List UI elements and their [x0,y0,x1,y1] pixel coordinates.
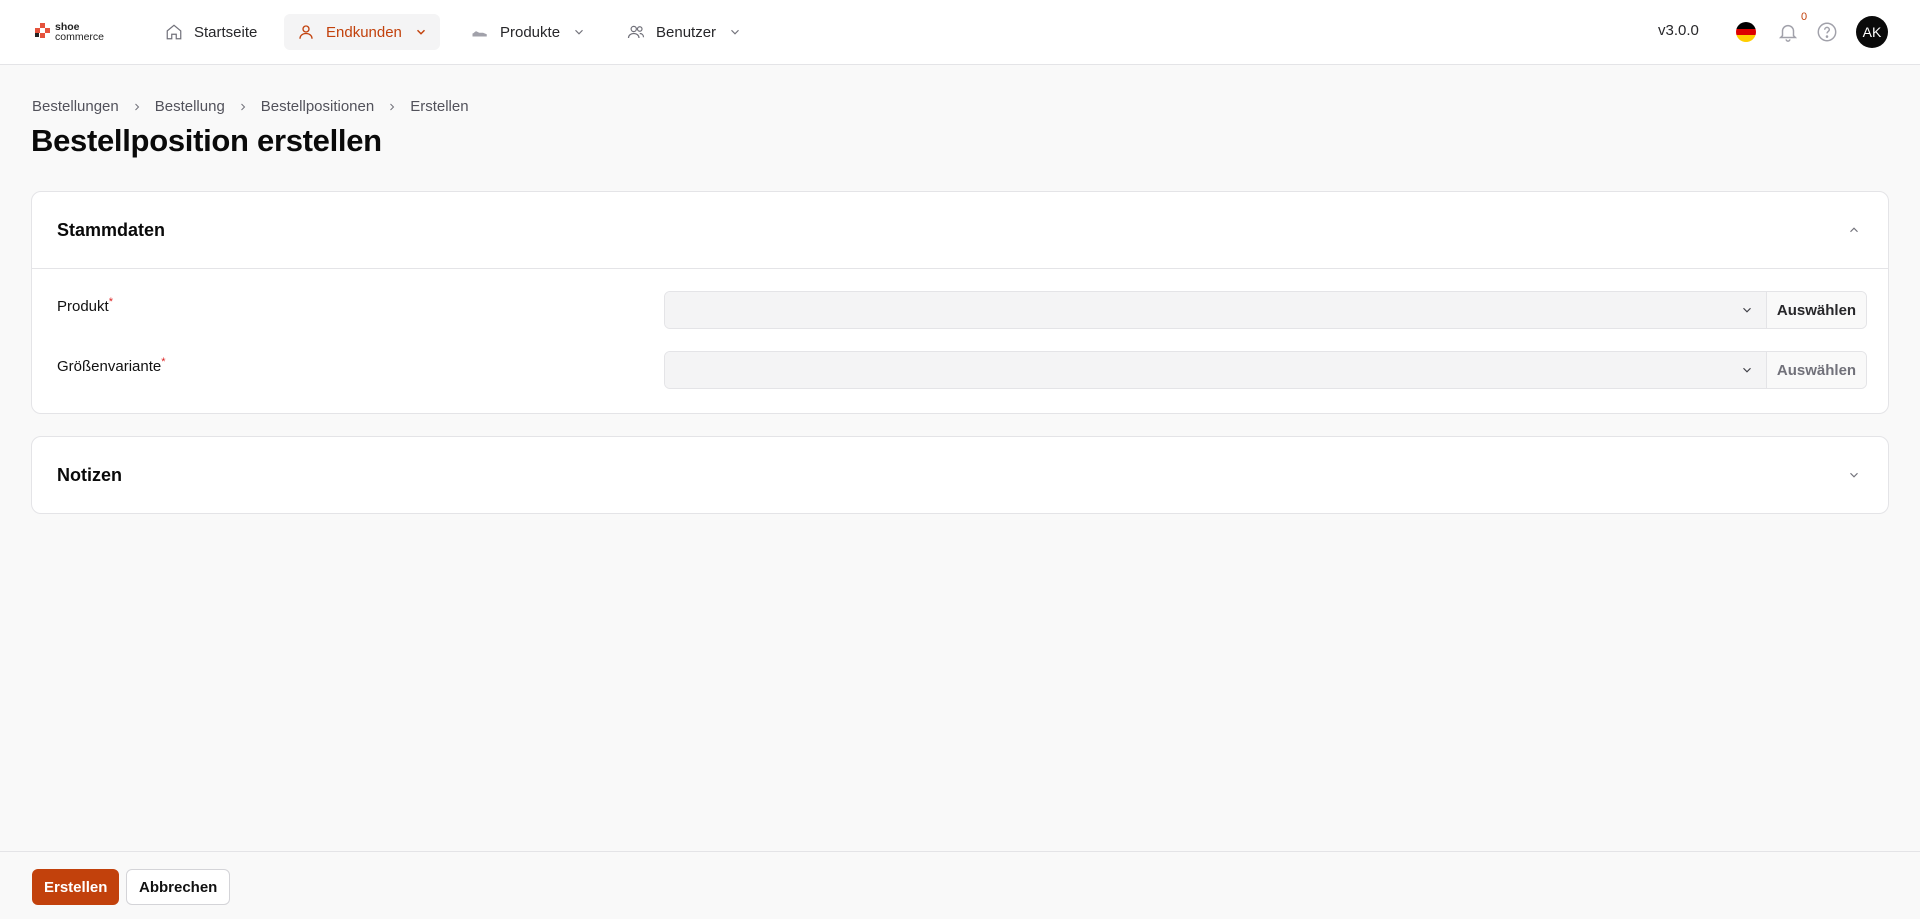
chevron-right-icon [225,101,261,113]
breadcrumb-item-bestellung[interactable]: Bestellung [155,98,225,115]
stammdaten-section-header[interactable]: Stammdaten [32,192,1888,268]
notizen-section: Notizen [31,436,1889,514]
shoe-icon [470,22,490,42]
notizen-section-header[interactable]: Notizen [32,437,1888,513]
chevron-down-icon [1740,363,1754,377]
nav-item-startseite[interactable]: Startseite [152,14,269,50]
groessenvariante-select[interactable] [665,352,1766,388]
shoe-commerce-logo[interactable]: shoe commerce [34,20,110,44]
required-marker: * [161,356,166,368]
section-title: Stammdaten [57,219,166,240]
chevron-down-icon [728,25,742,39]
chevron-right-icon [119,101,155,113]
nav-item-endkunden[interactable]: Endkunden [284,14,440,50]
form-footer: Erstellen Abbrechen [0,851,1920,919]
user-avatar[interactable]: AK [1856,16,1888,48]
bell-icon[interactable] [1777,21,1799,43]
breadcrumb-item-bestellungen[interactable]: Bestellungen [32,98,119,115]
language-flag-icon[interactable] [1736,22,1756,42]
form-row-produkt: Produkt* Auswählen [57,291,1867,351]
nav-item-label: Produkte [500,23,561,41]
notification-count-badge: 0 [1801,11,1808,23]
nav-item-label: Startseite [194,23,258,41]
nav-item-label: Endkunden [326,23,402,41]
groessenvariante-label: Größenvariante* [57,356,166,375]
users-icon [626,22,646,42]
logo-text-line2: commerce [55,31,105,43]
nav-item-label: Benutzer [656,23,717,41]
groessenvariante-field: Auswählen [664,351,1867,389]
chevron-down-icon [1740,303,1754,317]
help-icon[interactable] [1816,21,1838,43]
top-navigation-bar: shoe commerce Startseite Endkunden Produ… [0,0,1920,65]
section-title: Notizen [57,464,122,485]
nav-item-produkte[interactable]: Produkte [458,14,598,50]
produkt-auswaehlen-button[interactable]: Auswählen [1766,292,1866,328]
produkt-select[interactable] [665,292,1766,328]
chevron-up-icon[interactable] [1847,222,1863,238]
chevron-right-icon [374,101,410,113]
cancel-button[interactable]: Abbrechen [126,869,231,905]
home-icon [164,22,184,42]
breadcrumb: Bestellungen Bestellung Bestellpositione… [32,98,469,115]
user-icon [296,22,316,42]
create-button[interactable]: Erstellen [32,869,120,905]
produkt-field: Auswählen [664,291,1867,329]
page-title: Bestellposition erstellen [31,123,382,158]
groessenvariante-auswaehlen-button[interactable]: Auswählen [1766,352,1866,388]
stammdaten-section: Stammdaten Produkt* Auswählen Größenvari… [31,191,1889,414]
logo-mark-icon [35,23,50,38]
produkt-label: Produkt* [57,296,113,315]
required-marker: * [108,296,113,308]
app-version: v3.0.0 [1658,22,1699,39]
breadcrumb-item-bestellpositionen[interactable]: Bestellpositionen [261,98,374,115]
chevron-down-icon [572,25,586,39]
form-row-groessenvariante: Größenvariante* Auswählen [57,351,1867,411]
chevron-down-icon[interactable] [1847,467,1863,483]
breadcrumb-item-erstellen: Erstellen [410,98,469,115]
chevron-down-icon [414,25,428,39]
nav-item-benutzer[interactable]: Benutzer [614,14,754,50]
